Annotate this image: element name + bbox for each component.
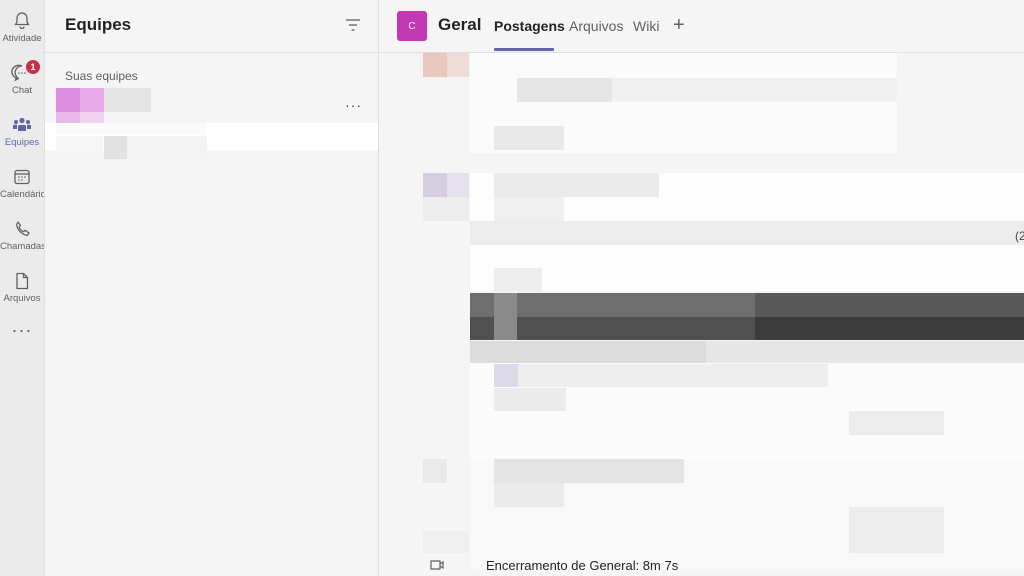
- rail-item-files[interactable]: Arquivos: [0, 264, 44, 314]
- tab-postagens[interactable]: Postagens: [494, 18, 565, 34]
- filter-icon[interactable]: [345, 18, 361, 32]
- rail-label-calendar: Calendário: [0, 189, 44, 200]
- rail-item-teams[interactable]: Equipes: [0, 108, 44, 158]
- rail-item-calendar[interactable]: Calendário: [0, 160, 44, 210]
- rail-label-teams: Equipes: [4, 137, 40, 148]
- meeting-ended-icon: [430, 560, 444, 570]
- bell-icon: [11, 10, 33, 32]
- chat-icon: 1: [11, 59, 41, 84]
- calendar-icon: [11, 166, 33, 188]
- chat-badge: 1: [25, 59, 41, 75]
- rail-label-calls: Chamadas: [0, 241, 44, 252]
- rail-label-files: Arquivos: [3, 293, 41, 304]
- add-tab-icon[interactable]: +: [673, 14, 685, 37]
- teams-title: Equipes: [65, 15, 132, 34]
- phone-icon: [11, 218, 33, 240]
- file-icon: [11, 270, 33, 292]
- teams-icon: [11, 114, 33, 136]
- more-apps-icon[interactable]: ···: [0, 320, 44, 348]
- truncated-edge-text: (2: [1015, 229, 1024, 243]
- tab-arquivos[interactable]: Arquivos: [569, 18, 623, 34]
- section-label-your-teams: Suas equipes: [65, 69, 138, 83]
- channel-header: C Geral Postagens Arquivos Wiki +: [379, 0, 1024, 53]
- active-tab-indicator: [494, 48, 554, 51]
- meeting-ended-message: Encerramento de General: 8m 7s: [486, 558, 679, 573]
- rail-label-chat: Chat: [11, 85, 33, 96]
- channel-view: C Geral Postagens Arquivos Wiki + (2 Enc…: [379, 0, 1024, 576]
- team-more-options-icon[interactable]: ···: [345, 97, 362, 113]
- rail-item-chat[interactable]: 1 Chat: [0, 56, 44, 106]
- channel-name: Geral: [438, 15, 482, 34]
- posts-feed-blurred: [379, 53, 1024, 576]
- tab-wiki[interactable]: Wiki: [633, 18, 659, 34]
- app-rail: Atividade 1 Chat Equipes Calendário Cham…: [0, 0, 45, 576]
- teams-header: Equipes: [45, 0, 378, 53]
- teams-panel: Equipes Suas equipes ···: [45, 0, 379, 576]
- rail-item-calls[interactable]: Chamadas: [0, 212, 44, 262]
- rail-label-activity: Atividade: [2, 33, 42, 44]
- rail-item-activity[interactable]: Atividade: [0, 4, 44, 54]
- channel-avatar: C: [397, 11, 427, 41]
